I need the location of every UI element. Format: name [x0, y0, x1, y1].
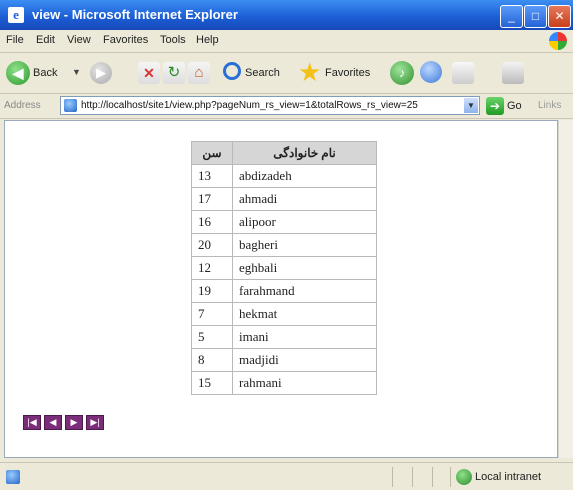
close-button[interactable]: ✕ [548, 5, 571, 28]
header-age: سن [191, 141, 233, 165]
menu-tools[interactable]: Tools [160, 34, 186, 46]
records-table: سن نام خانوادگی 13 abdizadeh 17 ahmadi 16 a… [191, 141, 377, 395]
name-cell: hekmat [232, 302, 377, 326]
next-page-button[interactable]: ▶ [65, 415, 83, 430]
name-cell: ahmadi [232, 187, 377, 211]
age-cell: 12 [191, 256, 233, 280]
age-cell: 7 [191, 302, 233, 326]
table-row: 13 abdizadeh [191, 164, 377, 188]
name-cell: imani [232, 325, 377, 349]
go-arrow-icon[interactable]: ➔ [486, 97, 504, 115]
forward-button[interactable]: ▶ [90, 62, 112, 84]
maximize-button[interactable]: □ [524, 5, 547, 28]
page-content: سن نام خانوادگی 13 abdizadeh 17 ahmadi 16 a… [4, 120, 558, 458]
address-label: Address [4, 100, 41, 111]
menu-bar: File Edit View Favorites Tools Help [0, 30, 573, 53]
age-cell: 15 [191, 371, 233, 395]
header-last-name: نام خانوادگی [232, 141, 377, 165]
first-page-button[interactable]: |◀ [23, 415, 41, 430]
favorites-label[interactable]: Favorites [325, 67, 370, 79]
name-cell: eghbali [232, 256, 377, 280]
page-status-icon [6, 470, 20, 484]
address-bar: Address http://localhost/site1/view.php?… [0, 94, 573, 119]
menu-favorites[interactable]: Favorites [103, 34, 148, 46]
name-cell: madjidi [232, 348, 377, 372]
links-button[interactable]: Links [538, 100, 561, 111]
title-bar: e view - Microsoft Internet Explorer _ □… [0, 0, 573, 30]
age-cell: 13 [191, 164, 233, 188]
security-zone-label: Local intranet [475, 471, 542, 483]
status-divider [450, 467, 451, 487]
status-divider [392, 467, 393, 487]
table-row: 8 madjidi [191, 348, 377, 372]
name-cell: bagheri [232, 233, 377, 257]
table-row: 15 rahmani [191, 371, 377, 395]
print-button[interactable] [502, 62, 524, 84]
table-row: 16 alipoor [191, 210, 377, 234]
media-button[interactable]: ♪ [390, 61, 414, 85]
address-input[interactable]: http://localhost/site1/view.php?pageNum_… [60, 96, 480, 115]
table-row: 5 imani [191, 325, 377, 349]
menu-edit[interactable]: Edit [36, 34, 55, 46]
back-button[interactable]: ◀ [6, 61, 30, 85]
name-cell: abdizadeh [232, 164, 377, 188]
refresh-button[interactable]: ↻ [163, 62, 185, 84]
address-dropdown-icon[interactable]: ▼ [464, 98, 478, 113]
status-bar: Local intranet [0, 462, 573, 491]
table-row: 7 hekmat [191, 302, 377, 326]
menu-file[interactable]: File [6, 34, 24, 46]
windows-logo-icon [549, 32, 567, 50]
last-page-button[interactable]: ▶| [86, 415, 104, 430]
table-row: 17 ahmadi [191, 187, 377, 211]
status-divider [412, 467, 413, 487]
previous-page-button[interactable]: ◀ [44, 415, 62, 430]
menu-help[interactable]: Help [196, 34, 219, 46]
stop-button[interactable]: ✕ [138, 62, 160, 84]
table-row: 20 bagheri [191, 233, 377, 257]
status-divider [432, 467, 433, 487]
name-cell: rahmani [232, 371, 377, 395]
search-label[interactable]: Search [245, 67, 280, 79]
age-cell: 17 [191, 187, 233, 211]
toolbar: ◀ Back ▼ ▶ ✕ ↻ ⌂ Search ★ Favorites ♪ [0, 53, 573, 94]
table-header-row: سن نام خانوادگی [191, 141, 377, 165]
address-url[interactable]: http://localhost/site1/view.php?pageNum_… [81, 100, 451, 111]
go-button[interactable]: Go [507, 100, 522, 112]
mail-button[interactable] [452, 62, 474, 84]
history-button[interactable] [420, 61, 442, 83]
minimize-button[interactable]: _ [500, 5, 523, 28]
table-row: 19 farahmand [191, 279, 377, 303]
table-row: 12 eghbali [191, 256, 377, 280]
window-title: view - Microsoft Internet Explorer [32, 7, 238, 22]
intranet-zone-icon [456, 469, 472, 485]
ie-logo-icon: e [8, 7, 24, 23]
age-cell: 5 [191, 325, 233, 349]
age-cell: 8 [191, 348, 233, 372]
favorites-star-icon[interactable]: ★ [298, 57, 321, 87]
name-cell: farahmand [232, 279, 377, 303]
name-cell: alipoor [232, 210, 377, 234]
browser-window: e view - Microsoft Internet Explorer _ □… [0, 0, 573, 490]
back-label[interactable]: Back [33, 67, 57, 79]
page-icon [64, 99, 77, 112]
home-button[interactable]: ⌂ [188, 62, 210, 84]
age-cell: 19 [191, 279, 233, 303]
vertical-scrollbar[interactable] [558, 120, 573, 458]
age-cell: 20 [191, 233, 233, 257]
age-cell: 16 [191, 210, 233, 234]
search-icon[interactable] [223, 62, 241, 80]
menu-view[interactable]: View [67, 34, 91, 46]
back-dropdown-icon[interactable]: ▼ [72, 67, 81, 77]
